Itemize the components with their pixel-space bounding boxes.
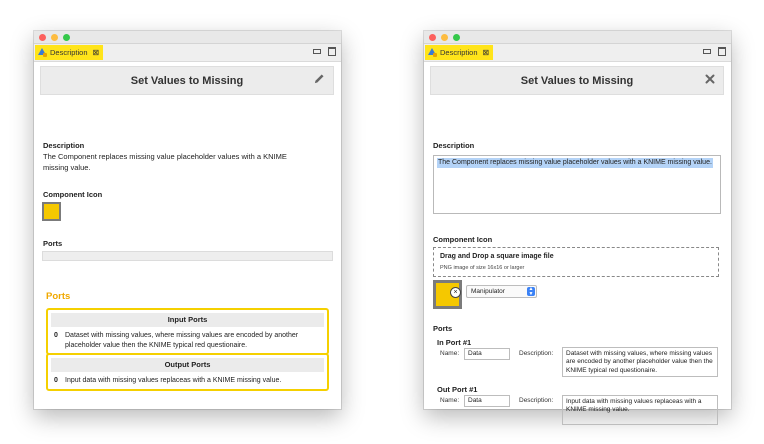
out-port-name-input[interactable]: Data — [464, 395, 510, 407]
pencil-icon[interactable] — [314, 73, 325, 86]
maximize-view-icon[interactable] — [328, 47, 336, 56]
description-text: The Component replaces missing value pla… — [43, 152, 287, 172]
tab-close-icon[interactable]: ⊠ — [483, 48, 490, 57]
tab-description[interactable]: Description ⊠ — [425, 45, 494, 60]
ports-heading: Ports — [43, 239, 63, 248]
out-port-title: Out Port #1 — [437, 385, 478, 394]
port-index: 0 — [54, 332, 58, 339]
input-port-row: 0 Dataset with missing values, where mis… — [48, 327, 327, 353]
in-port-description-input[interactable]: Dataset with missing values, where missi… — [562, 347, 718, 377]
window-titlebar[interactable] — [34, 31, 341, 44]
ports-empty-area — [42, 251, 333, 261]
description-view-window: Description ⊠ Set Values to Missing Desc… — [34, 31, 341, 409]
ports-heading: Ports — [433, 324, 453, 333]
component-title: Set Values to Missing — [520, 74, 634, 87]
close-window-button[interactable] — [429, 33, 436, 41]
component-icon-preview — [42, 202, 61, 221]
description-edit-window: Description ⊠ Set Values to Missing Desc… — [424, 31, 731, 425]
description-heading: Description — [433, 141, 475, 150]
component-type-value: Manipulator — [471, 288, 505, 295]
view-tab-bar: Description ⊠ — [424, 44, 731, 62]
component-icon-heading: Component Icon — [43, 190, 103, 199]
view-tab-bar: Description ⊠ — [34, 44, 341, 62]
window-titlebar[interactable] — [424, 31, 731, 44]
input-ports-header: Input Ports — [51, 313, 324, 327]
port-description: Dataset with missing values, where missi… — [65, 332, 299, 349]
component-icon-heading: Component Icon — [433, 235, 493, 244]
description-view-icon — [428, 48, 437, 57]
view-controls — [703, 47, 726, 56]
view-content: Set Values to Missing Description The Co… — [34, 62, 341, 409]
dropzone-title: Drag and Drop a square image file — [440, 253, 554, 260]
in-port-description-label: Description: — [519, 350, 554, 357]
component-type-select[interactable]: Manipulator ▲ ▼ — [466, 285, 537, 298]
port-index: 0 — [54, 377, 58, 384]
out-port-description-label: Description: — [519, 397, 554, 404]
out-port-name-label: Name: — [440, 397, 460, 404]
input-ports-box: Input Ports 0 Dataset with missing value… — [46, 308, 329, 355]
description-selected-text: The Component replaces missing value pla… — [437, 158, 713, 168]
component-title-bar: Set Values to Missing — [430, 66, 724, 95]
remove-icon-button[interactable]: × — [450, 287, 461, 298]
tab-description[interactable]: Description ⊠ — [35, 45, 104, 60]
select-arrows-icon: ▲ ▼ — [527, 286, 535, 297]
component-title-bar: Set Values to Missing — [40, 66, 334, 95]
close-window-button[interactable] — [39, 33, 46, 41]
port-description: Input data with missing values replaceas… — [65, 377, 282, 384]
ports-panel-title: Ports — [46, 291, 71, 302]
description-heading: Description — [43, 141, 85, 150]
output-ports-box: Output Ports 0 Input data with missing v… — [46, 353, 329, 391]
tab-label: Description — [50, 48, 88, 57]
in-port-name-input[interactable]: Data — [464, 348, 510, 360]
close-icon[interactable] — [705, 73, 715, 86]
dropzone-subtitle: PNG image of size 16x16 or larger — [440, 265, 525, 271]
out-port-description-input[interactable]: Input data with missing values replaceas… — [562, 395, 718, 425]
maximize-view-icon[interactable] — [718, 47, 726, 56]
description-view-icon — [38, 48, 47, 57]
view-content: Set Values to Missing Description The Co… — [424, 62, 731, 425]
minimize-window-button[interactable] — [51, 33, 58, 41]
tab-close-icon[interactable]: ⊠ — [93, 48, 100, 57]
minimize-view-icon[interactable] — [313, 49, 321, 54]
tab-label: Description — [440, 48, 478, 57]
minimize-window-button[interactable] — [441, 33, 448, 41]
minimize-view-icon[interactable] — [703, 49, 711, 54]
in-port-title: In Port #1 — [437, 338, 472, 347]
description-textarea[interactable]: The Component replaces missing value pla… — [433, 155, 721, 214]
zoom-window-button[interactable] — [63, 33, 70, 41]
icon-dropzone[interactable]: Drag and Drop a square image file PNG im… — [433, 247, 719, 277]
component-title: Set Values to Missing — [130, 74, 244, 87]
output-port-row: 0 Input data with missing values replace… — [48, 372, 327, 389]
in-port-name-label: Name: — [440, 350, 460, 357]
output-ports-header: Output Ports — [51, 358, 324, 372]
zoom-window-button[interactable] — [453, 33, 460, 41]
view-controls — [313, 47, 336, 56]
